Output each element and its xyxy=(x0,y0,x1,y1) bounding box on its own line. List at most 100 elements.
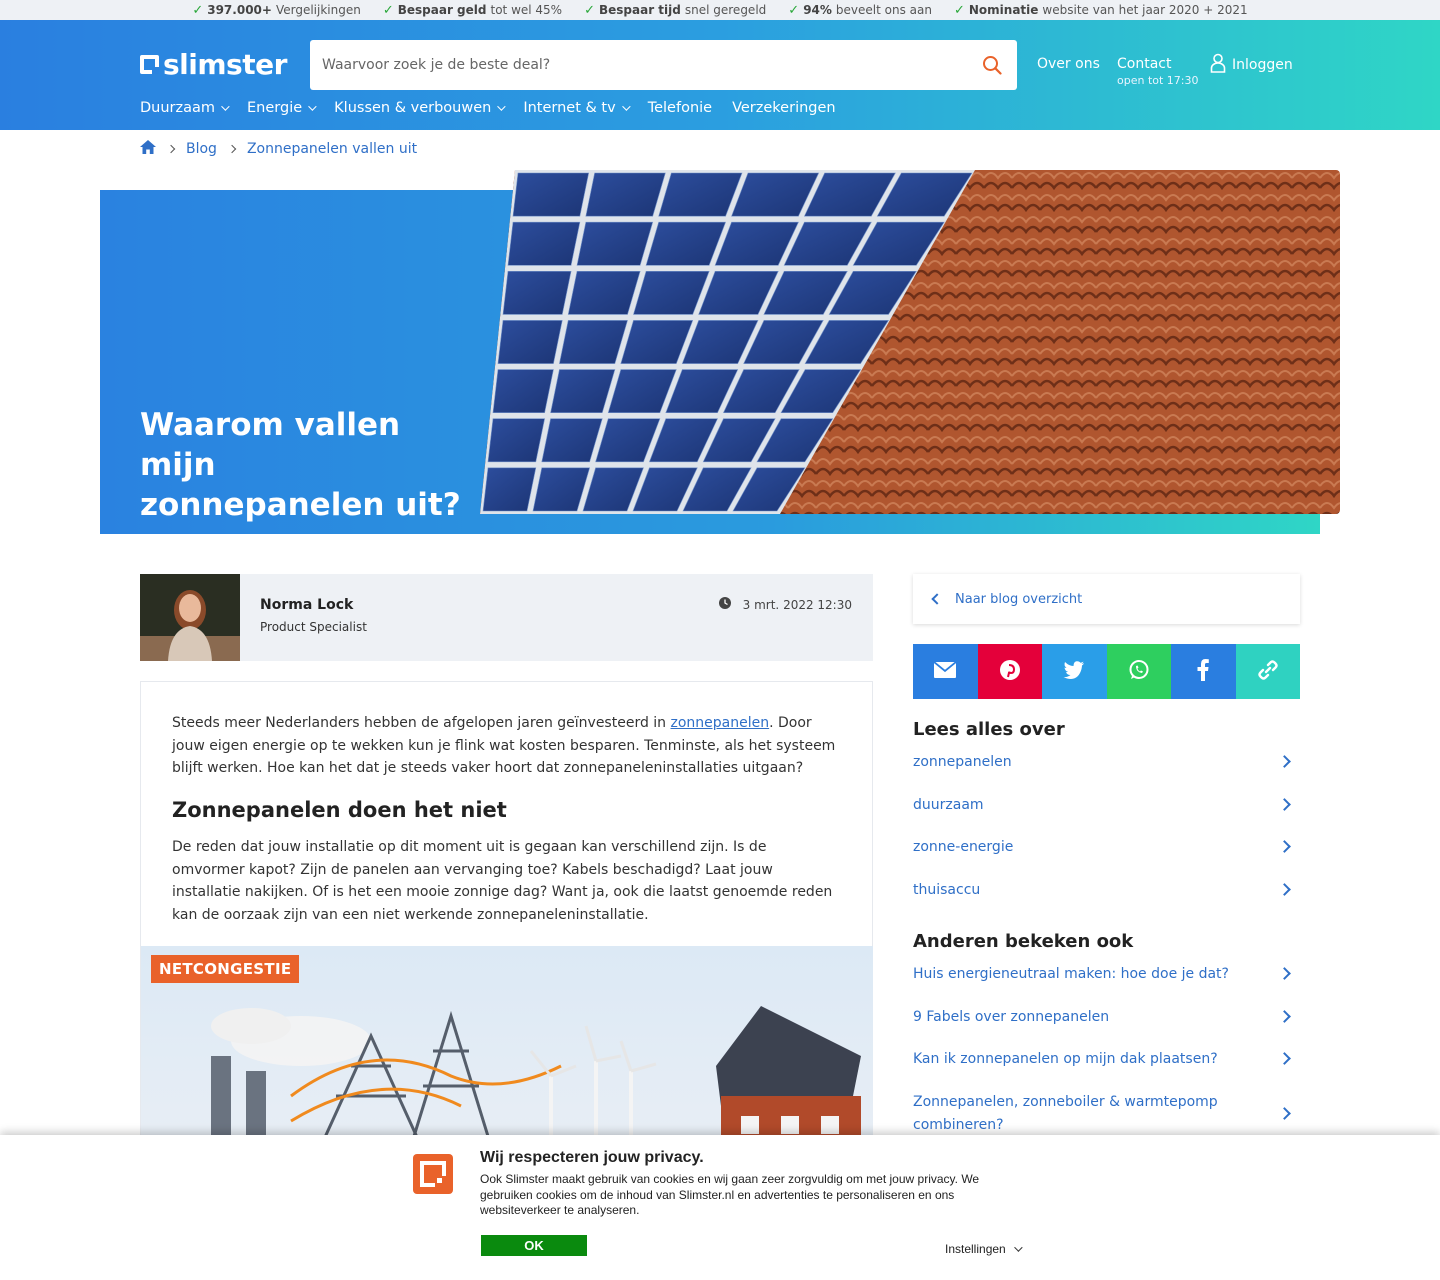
back-to-blog-button[interactable]: Naar blog overzicht xyxy=(913,574,1300,624)
related-article-link[interactable]: Huis energieneutraal maken: hoe doe je d… xyxy=(913,963,1293,986)
clock-icon xyxy=(718,597,731,612)
search-input[interactable] xyxy=(322,57,979,73)
author-name: Norma Lock xyxy=(260,597,354,613)
topic-label: thuisaccu xyxy=(913,882,981,898)
solar-panel xyxy=(512,172,590,217)
share-link-button[interactable] xyxy=(1235,644,1300,699)
logo[interactable]: slimster xyxy=(140,48,287,81)
search-box xyxy=(310,40,1017,90)
login-label: Inloggen xyxy=(1232,57,1293,73)
chevron-down-icon xyxy=(497,102,506,111)
cookie-ok-button[interactable]: OK xyxy=(481,1235,587,1256)
related-article-link[interactable]: Zonnepanelen, zonneboiler & warmtepomp c… xyxy=(913,1091,1293,1136)
avatar xyxy=(140,574,240,661)
nav-label: Klussen & verbouwen xyxy=(334,100,492,116)
topic-link[interactable]: duurzaam xyxy=(913,794,1293,817)
share-whatsapp-button[interactable] xyxy=(1106,644,1171,699)
search-icon[interactable] xyxy=(979,52,1005,78)
about-link[interactable]: Over ons xyxy=(1037,56,1100,72)
related-label: Huis energieneutraal maken: hoe doe je d… xyxy=(913,966,1229,982)
usp-item: ✓ Bespaar geld tot wel 45% xyxy=(383,3,562,18)
breadcrumb: Blog Zonnepanelen vallen uit xyxy=(140,140,417,158)
nav-duurzaam[interactable]: Duurzaam xyxy=(140,100,230,116)
chevron-right-icon xyxy=(166,144,176,154)
check-icon: ✓ xyxy=(953,2,965,18)
text: Steeds meer Nederlanders hebben de afgel… xyxy=(172,715,671,731)
nav-internet-tv[interactable]: Internet & tv xyxy=(523,100,631,116)
topic-label: zonne-energie xyxy=(913,839,1014,855)
nav-klussen[interactable]: Klussen & verbouwen xyxy=(334,100,506,116)
site-header: slimster Over ons Contact open tot 17:30… xyxy=(0,20,1440,130)
solar-panel xyxy=(482,467,537,512)
solar-panel xyxy=(567,270,641,315)
logo-text: slimster xyxy=(163,48,287,81)
breadcrumb-blog[interactable]: Blog xyxy=(186,141,217,157)
usp-bold: 397.000+ xyxy=(207,3,272,17)
zonnepanelen-link[interactable]: zonnepanelen xyxy=(671,715,770,731)
contact-link[interactable]: Contact xyxy=(1117,56,1171,72)
cookie-banner: Wij respecteren jouw privacy. Ook Slimst… xyxy=(0,1135,1440,1280)
share-facebook-button[interactable] xyxy=(1171,644,1236,699)
usp-text: Vergelijkingen xyxy=(275,3,361,17)
nav-label: Internet & tv xyxy=(523,100,616,116)
cookie-settings-button[interactable]: Instellingen xyxy=(945,1242,1023,1256)
topic-link[interactable]: zonnepanelen xyxy=(913,751,1293,774)
nav-telefonie[interactable]: Telefonie xyxy=(648,100,712,116)
contact-hours: open tot 17:30 xyxy=(1117,74,1199,87)
logo-mark-icon xyxy=(140,55,159,74)
check-icon: ✓ xyxy=(584,2,595,18)
chevron-right-icon xyxy=(1278,967,1291,981)
breadcrumb-current[interactable]: Zonnepanelen vallen uit xyxy=(247,141,417,157)
chevron-right-icon xyxy=(1278,1106,1291,1120)
chevron-right-icon xyxy=(1278,1052,1291,1066)
usp-text: website van het jaar 2020 + 2021 xyxy=(1042,3,1248,17)
check-icon: ✓ xyxy=(382,2,394,18)
nav-energie[interactable]: Energie xyxy=(247,100,317,116)
main-nav: Duurzaam Energie Klussen & verbouwen Int… xyxy=(140,100,836,116)
nav-label: Duurzaam xyxy=(140,100,216,116)
usp-item: ✓ Bespaar tijd snel geregeld xyxy=(584,3,766,18)
related-label: Zonnepanelen, zonneboiler & warmtepomp c… xyxy=(913,1094,1218,1133)
usp-item: ✓ 397.000+ Vergelijkingen xyxy=(192,3,361,18)
user-icon xyxy=(1210,53,1226,77)
intro-paragraph: Steeds meer Nederlanders hebben de afgel… xyxy=(172,712,842,780)
page-title: Waarom vallen mijn zonnepanelen uit? xyxy=(140,407,461,523)
author-card: Norma Lock Product Specialist 3 mrt. 202… xyxy=(140,574,873,661)
chevron-right-icon xyxy=(227,144,237,154)
chevron-down-icon xyxy=(308,102,317,111)
nav-verzekeringen[interactable]: Verzekeringen xyxy=(732,100,836,116)
topic-link[interactable]: thuisaccu xyxy=(913,879,1293,902)
solar-panel xyxy=(576,221,654,266)
share-bar xyxy=(913,644,1300,699)
usp-bold: 94% xyxy=(803,3,832,17)
usp-item: ✓ Nominatie website van het jaar 2020 + 20… xyxy=(954,3,1248,18)
related-article-link[interactable]: Kan ik zonnepanelen op mijn dak plaatsen… xyxy=(913,1048,1293,1071)
email-icon xyxy=(933,660,957,682)
share-pinterest-button[interactable] xyxy=(977,644,1042,699)
body-paragraph: De reden dat jouw installatie op dit mom… xyxy=(172,839,833,923)
nav-label: Telefonie xyxy=(647,100,713,116)
topic-link[interactable]: zonne-energie xyxy=(913,836,1293,859)
cookie-text: Ook Slimster maakt gebruik van cookies e… xyxy=(480,1172,980,1217)
twitter-icon xyxy=(1063,660,1085,683)
solar-panel xyxy=(502,270,572,315)
usp-bar: ✓ 397.000+ Vergelijkingen ✓ Bespaar geld tot… xyxy=(0,0,1440,20)
share-email-button[interactable] xyxy=(913,644,978,699)
back-label: Naar blog overzicht xyxy=(955,591,1083,607)
solar-panel xyxy=(507,221,581,266)
related-article-link[interactable]: 9 Fabels over zonnepanelen xyxy=(913,1006,1293,1029)
check-icon: ✓ xyxy=(192,2,204,18)
facebook-icon xyxy=(1197,658,1210,685)
publish-date: 3 mrt. 2022 12:30 xyxy=(718,597,852,612)
cookie-title: Wij respecteren jouw privacy. xyxy=(480,1149,704,1166)
usp-text: beveelt ons aan xyxy=(835,3,932,17)
chevron-right-icon xyxy=(1278,1010,1291,1024)
chevron-left-icon xyxy=(931,593,943,605)
chevron-right-icon xyxy=(1278,798,1291,812)
slimster-logo-icon xyxy=(413,1154,453,1194)
share-twitter-button[interactable] xyxy=(1042,644,1107,699)
login-link[interactable]: Inloggen xyxy=(1210,53,1293,77)
solar-panel xyxy=(497,320,563,364)
home-icon[interactable] xyxy=(140,140,156,158)
usp-text: tot wel 45% xyxy=(490,3,563,17)
